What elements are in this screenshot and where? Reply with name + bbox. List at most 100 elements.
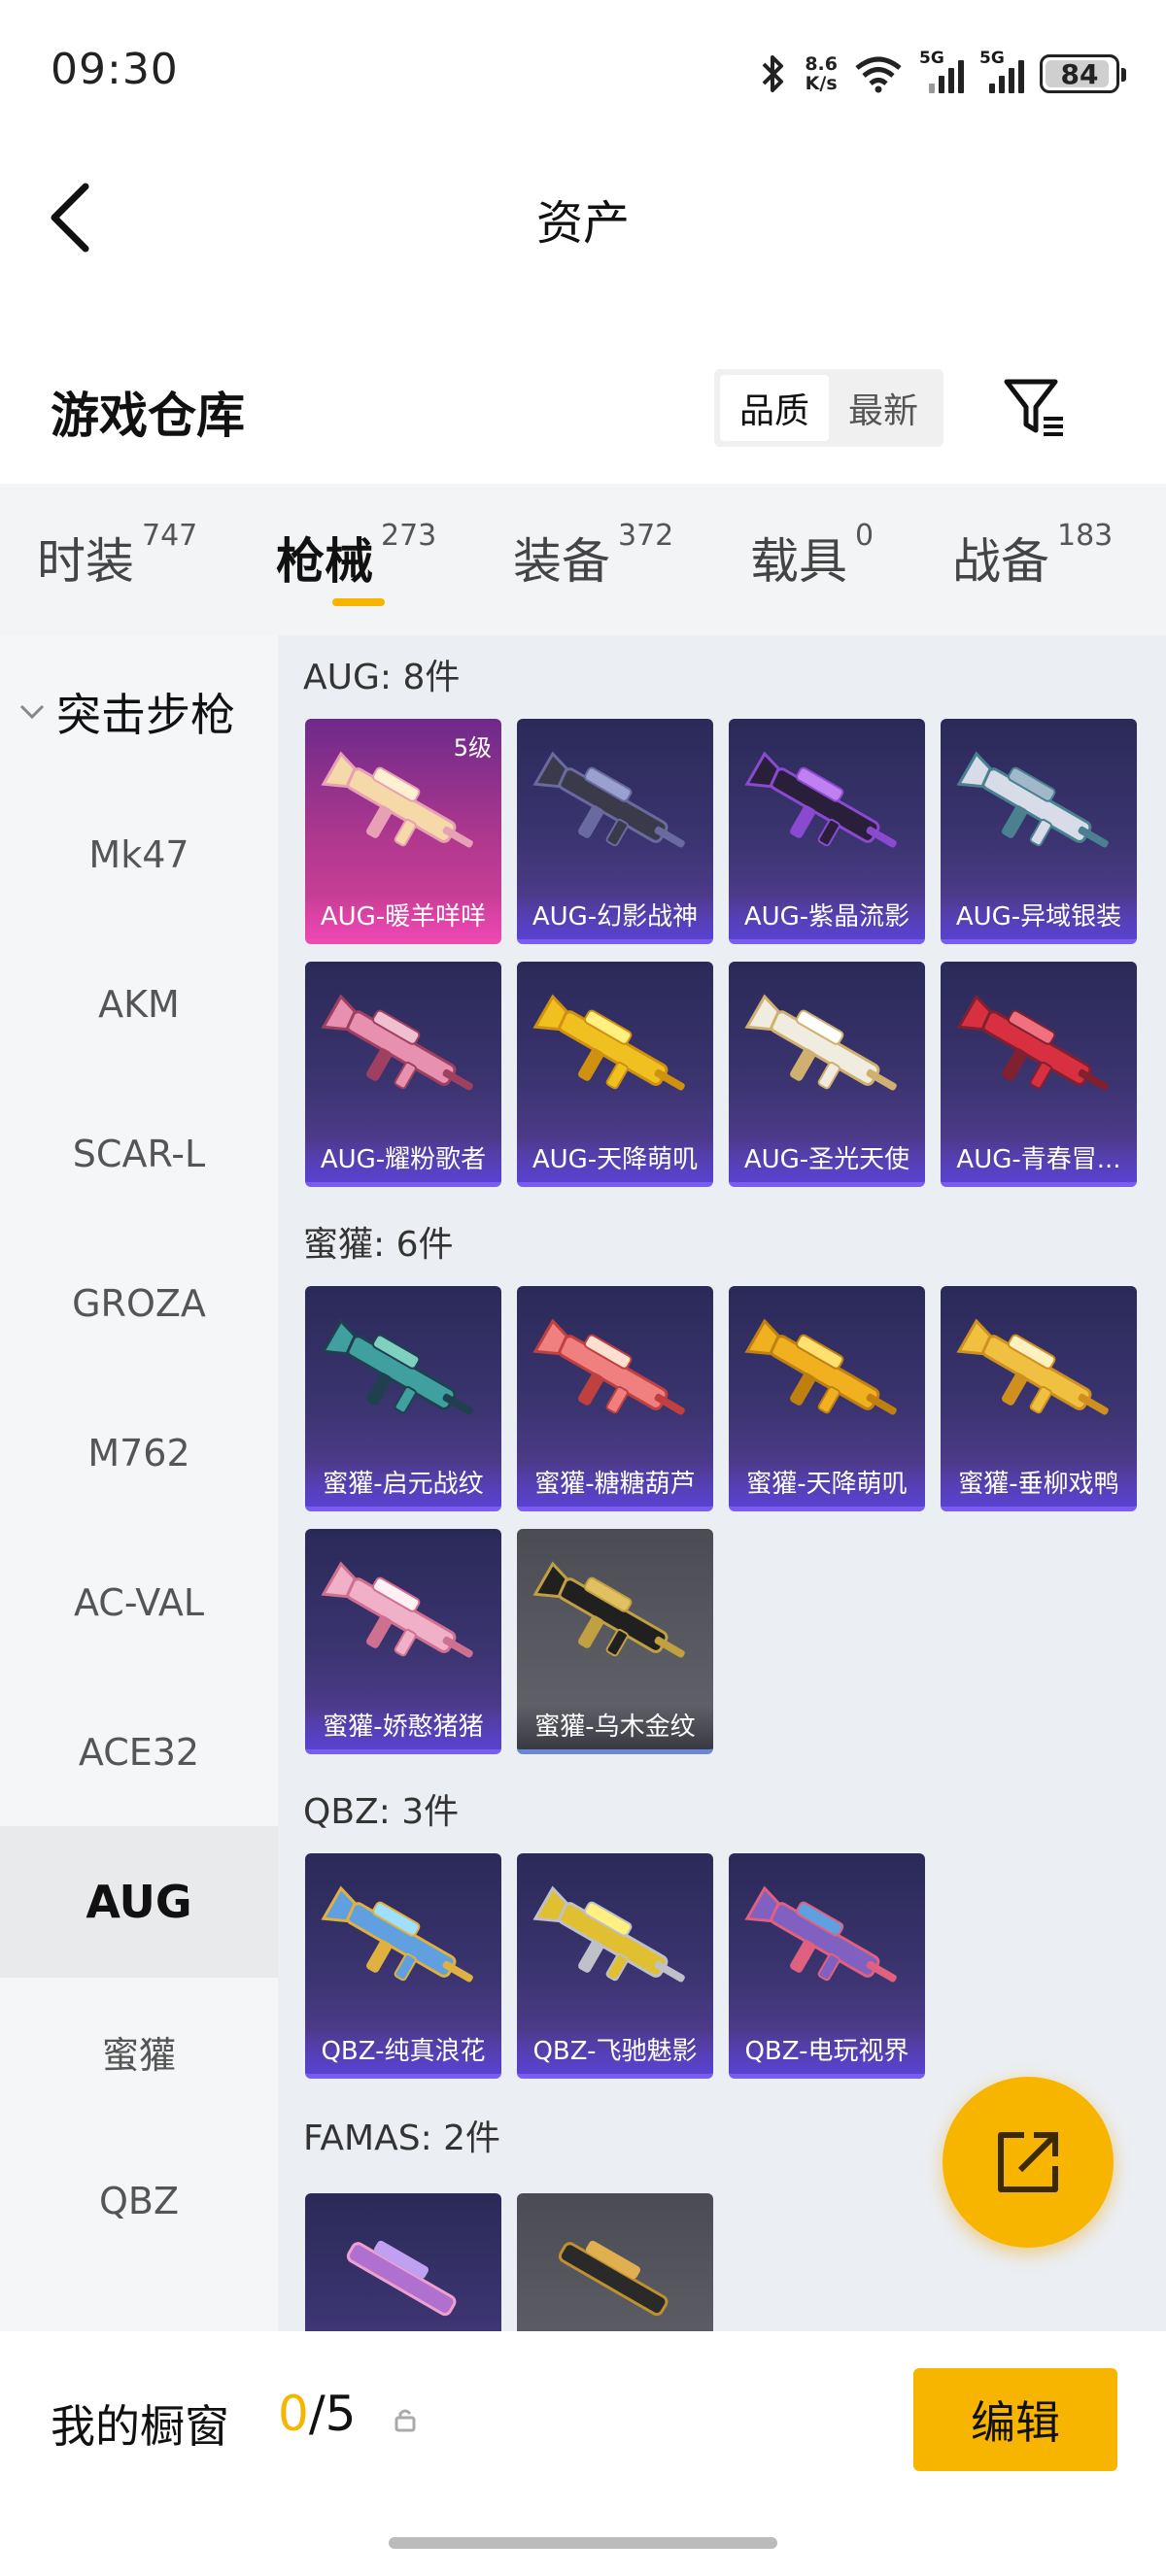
group-title: FAMAS: 2件 [303,2118,501,2158]
weapon-name: 蜜獾-娇憨猪猪 [305,1705,501,1749]
gun-skin-icon [532,1885,685,1983]
tab-supplies[interactable]: 战备 183 [952,519,1113,593]
weapon-card[interactable]: 蜜獾-乌木金纹 [517,1529,713,1754]
gun-skin-icon [532,751,685,848]
sidebar-item-qbz[interactable]: QBZ [0,2125,278,2277]
weapon-name: 蜜獾-垂柳戏鸭 [941,1462,1137,1507]
gun-skin-icon [321,1318,473,1415]
gun-skin-icon [956,994,1109,1091]
weapon-name: QBZ-纯真浪花 [305,2029,501,2074]
category-tabs: 时装 747 枪械 273 装备 372 载具 0 战备 183 [0,484,1166,635]
gun-skin-icon [532,994,685,1091]
gun-skin-icon [558,2240,669,2317]
weapon-card[interactable]: 蜜獾-启元战纹 [305,1286,501,1511]
battery-icon: 84 [1040,54,1126,93]
sidebar-item-m762[interactable]: M762 [0,1377,278,1529]
group-title: QBZ: 3件 [303,1792,460,1832]
signal-1-icon: 5G [919,49,964,93]
weapon-card[interactable]: QBZ-飞驰魅影 [517,1853,713,2079]
weapon-name: QBZ-电玩视界 [729,2029,925,2074]
filter-button[interactable] [1001,374,1069,442]
sidebar-item-aug[interactable]: AUG [0,1826,278,1978]
weapon-card[interactable]: AUG-天降萌叽 [517,962,713,1187]
sidebar-item-scar-l[interactable]: SCAR-L [0,1078,278,1230]
filter-icon [1004,379,1063,436]
group-title: 蜜獾: 6件 [303,1225,454,1265]
tab-fashion[interactable]: 时装 747 [37,519,197,593]
weapon-name: AUG-青春冒... [941,1137,1137,1182]
page-title: 资产 [535,196,630,251]
weapon-name: AUG-耀粉歌者 [305,1137,501,1182]
weapon-name: AUG-圣光天使 [729,1137,925,1182]
nav-header: 资产 [0,146,1166,282]
tab-vehicles[interactable]: 载具 0 [750,519,874,593]
sidebar-item-groza[interactable]: GROZA [0,1228,278,1379]
showcase-count: 0/5 [278,2386,357,2442]
weapon-card[interactable] [305,2193,501,2331]
weapon-name: AUG-暖羊咩咩 [305,895,501,939]
lock-icon [394,2409,416,2432]
gun-skin-icon [321,994,473,1091]
gun-skin-icon [532,1561,685,1658]
showcase-label: 我的橱窗 [51,2400,229,2453]
tab-equipment[interactable]: 装备 372 [513,519,673,593]
status-icons: 8.6 K/s 5G 5G 84 [756,47,1126,101]
gun-skin-icon [744,751,897,848]
gun-skin-icon [744,1318,897,1415]
gun-skin-icon [744,994,897,1091]
active-tab-indicator [332,598,385,606]
weapon-card[interactable]: AUG-幻影战神 [517,719,713,944]
sidebar-item-ac-val[interactable]: AC-VAL [0,1527,278,1678]
gun-skin-icon [532,1318,685,1415]
bluetooth-icon [762,55,784,92]
status-bar: 09:30 8.6 K/s 5G 5G 84 [0,0,1166,146]
sidebar-item-akm[interactable]: AKM [0,929,278,1080]
weapon-card[interactable]: QBZ-纯真浪花 [305,1853,501,2079]
weapon-name: AUG-幻影战神 [517,895,713,939]
gun-skin-icon [346,2240,457,2317]
sidebar-category[interactable]: 突击步枪 [17,680,235,744]
weapon-card[interactable]: AUG-青春冒... [941,962,1137,1187]
status-time: 09:30 [51,45,179,94]
weapon-card[interactable]: 蜜獾-娇憨猪猪 [305,1529,501,1754]
signal-2-icon: 5G [979,49,1024,93]
weapon-name: QBZ-飞驰魅影 [517,2029,713,2074]
weapon-sidebar: 突击步枪 Mk47 AKM SCAR-L GROZA M762 AC-VAL A… [0,635,278,2331]
level-badge: 5级 [453,734,492,762]
weapon-name: AUG-异域银装 [941,895,1137,939]
gun-skin-icon [956,1318,1109,1415]
weapon-card[interactable]: AUG-紫晶流影 [729,719,925,944]
sidebar-item-ace32[interactable]: ACE32 [0,1677,278,1828]
share-button[interactable] [943,2077,1114,2248]
gun-skin-icon [744,1885,897,1983]
gun-skin-icon [321,1885,473,1983]
tab-guns[interactable]: 枪械 273 [276,519,436,593]
sidebar-item-mk47[interactable]: Mk47 [0,779,278,931]
weapon-name: AUG-紫晶流影 [729,895,925,939]
weapon-name: 蜜獾-天降萌叽 [729,1462,925,1507]
weapon-card[interactable]: AUG-耀粉歌者 [305,962,501,1187]
chevron-down-icon [19,704,45,720]
weapon-card[interactable]: AUG-圣光天使 [729,962,925,1187]
weapon-card[interactable]: 蜜獾-糖糖葫芦 [517,1286,713,1511]
weapon-card[interactable]: AUG-异域银装 [941,719,1137,944]
sort-toggle: 品质 最新 [714,369,943,447]
sort-quality-button[interactable]: 品质 [720,375,829,441]
weapon-card[interactable]: QBZ-电玩视界 [729,1853,925,2079]
home-indicator [389,2537,777,2549]
weapon-name: 蜜獾-启元战纹 [305,1462,501,1507]
weapon-card[interactable]: 蜜獾-垂柳戏鸭 [941,1286,1137,1511]
weapon-card[interactable]: 蜜獾-天降萌叽 [729,1286,925,1511]
weapon-card[interactable] [517,2193,713,2331]
sidebar-item-honey-badger[interactable]: 蜜獾 [0,1976,278,2127]
sort-latest-button[interactable]: 最新 [829,375,938,441]
wifi-icon [855,56,902,93]
weapon-card[interactable]: 5级 AUG-暖羊咩咩 [305,719,501,944]
network-speed: 8.6 K/s [805,53,838,94]
warehouse-title: 游戏仓库 [51,388,245,444]
weapon-name: AUG-天降萌叽 [517,1137,713,1182]
share-icon [998,2132,1058,2192]
group-title: AUG: 8件 [303,658,461,697]
weapon-name: 蜜獾-糖糖葫芦 [517,1462,713,1507]
edit-button[interactable]: 编辑 [913,2368,1117,2471]
